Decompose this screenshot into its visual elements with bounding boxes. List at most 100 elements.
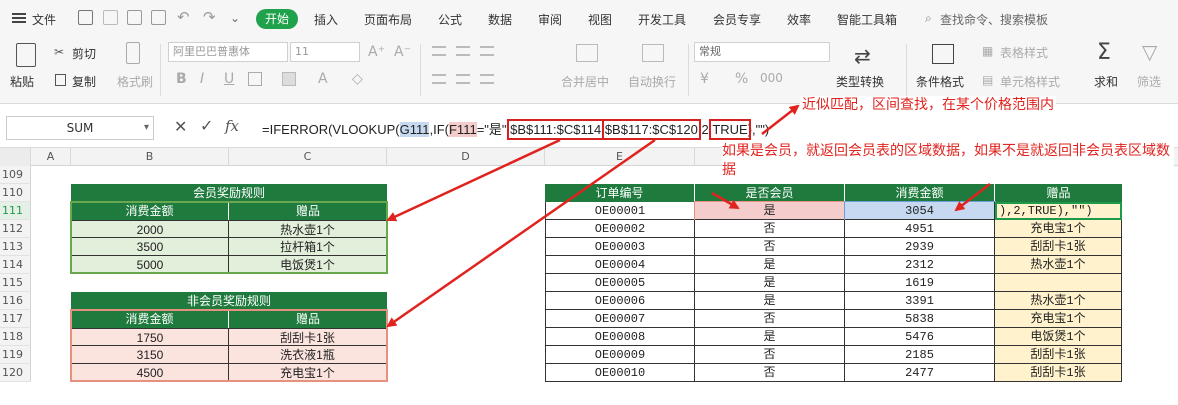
order-member[interactable]: 否 [695, 220, 845, 238]
tab-page-layout[interactable]: 页面布局 [364, 11, 412, 28]
font-color-icon[interactable]: A [318, 71, 328, 87]
align-top-icon[interactable] [432, 46, 446, 56]
merge-icon[interactable] [576, 44, 598, 62]
order-gift[interactable]: ),2,TRUE),"") [995, 202, 1122, 220]
order-id[interactable]: OE00006 [545, 292, 695, 310]
bold-button[interactable]: B [176, 71, 187, 87]
cell-style-button[interactable]: 单元格样式 [1000, 73, 1060, 90]
row-header[interactable]: 115 [0, 274, 31, 292]
row-header[interactable]: 113 [0, 238, 31, 256]
column-header[interactable]: E [545, 148, 695, 166]
row-header[interactable]: 109 [0, 166, 31, 184]
order-gift[interactable]: 刮刮卡1张 [995, 238, 1122, 256]
order-amount[interactable]: 2312 [845, 256, 995, 274]
number-format-select[interactable]: 常规 [694, 42, 830, 62]
table-style-button[interactable]: 表格样式 [1000, 44, 1048, 61]
paste-button[interactable]: 粘贴 [10, 73, 34, 90]
save-icon[interactable] [78, 10, 93, 25]
row-header[interactable]: 120 [0, 364, 31, 382]
tab-formulas[interactable]: 公式 [438, 11, 462, 28]
merge-center-button[interactable]: 合并居中 [561, 73, 609, 90]
tab-member[interactable]: 会员专享 [713, 11, 761, 28]
fx-icon[interactable]: fx [225, 117, 239, 135]
tab-review[interactable]: 审阅 [538, 11, 562, 28]
order-gift[interactable]: 热水壶1个 [995, 292, 1122, 310]
tab-view[interactable]: 视图 [588, 11, 612, 28]
order-amount[interactable]: 5838 [845, 310, 995, 328]
decrease-font-icon[interactable]: A⁻ [394, 44, 411, 60]
order-id[interactable]: OE00008 [545, 328, 695, 346]
order-member[interactable]: 是 [695, 292, 845, 310]
name-box-dropdown-icon[interactable]: ▾ [144, 122, 149, 133]
font-size-select[interactable]: 11 [290, 42, 360, 62]
conditional-format-button[interactable]: 条件格式 [916, 73, 964, 90]
cancel-icon[interactable]: ✕ [174, 117, 187, 136]
copy-button[interactable]: 复制 [72, 73, 96, 90]
order-member[interactable]: 是 [695, 328, 845, 346]
order-member[interactable]: 是 [695, 256, 845, 274]
column-header[interactable]: B [71, 148, 229, 166]
order-member[interactable]: 否 [695, 310, 845, 328]
order-amount[interactable]: 2477 [845, 364, 995, 382]
row-header[interactable]: 112 [0, 220, 31, 238]
tab-developer[interactable]: 开发工具 [638, 11, 686, 28]
align-bottom-icon[interactable] [480, 46, 494, 56]
order-amount[interactable]: 3054 [844, 201, 996, 221]
align-left-icon[interactable] [432, 74, 446, 84]
format-painter-button[interactable]: 格式刷 [117, 73, 153, 90]
row-header[interactable]: 119 [0, 346, 31, 364]
underline-button[interactable]: U [224, 71, 234, 87]
paste-icon[interactable] [16, 43, 36, 67]
tab-smart-toolbox[interactable]: 智能工具箱 [837, 11, 897, 28]
menu-file[interactable]: 文件 [32, 11, 56, 28]
align-right-icon[interactable] [480, 74, 494, 84]
confirm-icon[interactable]: ✓ [200, 116, 213, 135]
order-id[interactable]: OE00007 [545, 310, 695, 328]
order-id[interactable]: OE00003 [545, 238, 695, 256]
command-search[interactable]: 查找命令、搜索模板 [940, 11, 1048, 28]
order-id[interactable]: OE00002 [545, 220, 695, 238]
order-member[interactable]: 否 [695, 364, 845, 382]
select-all-corner[interactable] [0, 148, 31, 166]
italic-button[interactable]: I [200, 71, 204, 87]
order-amount[interactable]: 4951 [845, 220, 995, 238]
undo-icon[interactable]: ↶ [177, 8, 190, 26]
row-header[interactable]: 114 [0, 256, 31, 274]
order-gift[interactable]: 充电宝1个 [995, 220, 1122, 238]
format-painter-icon[interactable] [126, 42, 140, 64]
order-id[interactable]: OE00010 [545, 364, 695, 382]
row-header-selected[interactable]: 111 [0, 202, 31, 220]
print-icon[interactable] [127, 10, 142, 25]
tab-insert[interactable]: 插入 [314, 11, 338, 28]
export-icon[interactable] [103, 10, 118, 25]
currency-icon[interactable]: ¥ [700, 71, 709, 87]
redo-icon[interactable]: ↷ [203, 8, 216, 26]
chevron-down-icon[interactable]: ⌄ [230, 11, 240, 25]
order-amount[interactable]: 3391 [845, 292, 995, 310]
order-member[interactable]: 是 [695, 274, 845, 292]
name-box[interactable]: SUM [6, 116, 154, 140]
tab-efficiency[interactable]: 效率 [787, 11, 811, 28]
order-gift[interactable]: 充电宝1个 [995, 310, 1122, 328]
tab-start[interactable]: 开始 [256, 9, 298, 29]
order-gift[interactable] [995, 274, 1122, 292]
order-amount[interactable]: 5476 [845, 328, 995, 346]
order-member[interactable]: 否 [695, 238, 845, 256]
order-gift[interactable]: 电饭煲1个 [995, 328, 1122, 346]
order-gift[interactable]: 刮刮卡1张 [995, 346, 1122, 364]
order-id[interactable]: OE00005 [545, 274, 695, 292]
type-convert-button[interactable]: 类型转换 [836, 73, 884, 90]
increase-font-icon[interactable]: A⁺ [368, 44, 385, 60]
column-header[interactable]: A [31, 148, 71, 166]
row-header[interactable]: 117 [0, 310, 31, 328]
eraser-icon[interactable]: ◇ [352, 71, 363, 87]
row-header[interactable]: 116 [0, 292, 31, 310]
order-gift[interactable]: 刮刮卡1张 [995, 364, 1122, 382]
cut-button[interactable]: 剪切 [72, 45, 96, 62]
print-preview-icon[interactable] [151, 10, 166, 25]
search-icon[interactable]: ⌕ [925, 11, 932, 26]
order-amount[interactable]: 2185 [845, 346, 995, 364]
order-id[interactable]: OE00009 [545, 346, 695, 364]
column-header[interactable]: D [387, 148, 545, 166]
wrap-text-button[interactable]: 自动换行 [628, 73, 676, 90]
